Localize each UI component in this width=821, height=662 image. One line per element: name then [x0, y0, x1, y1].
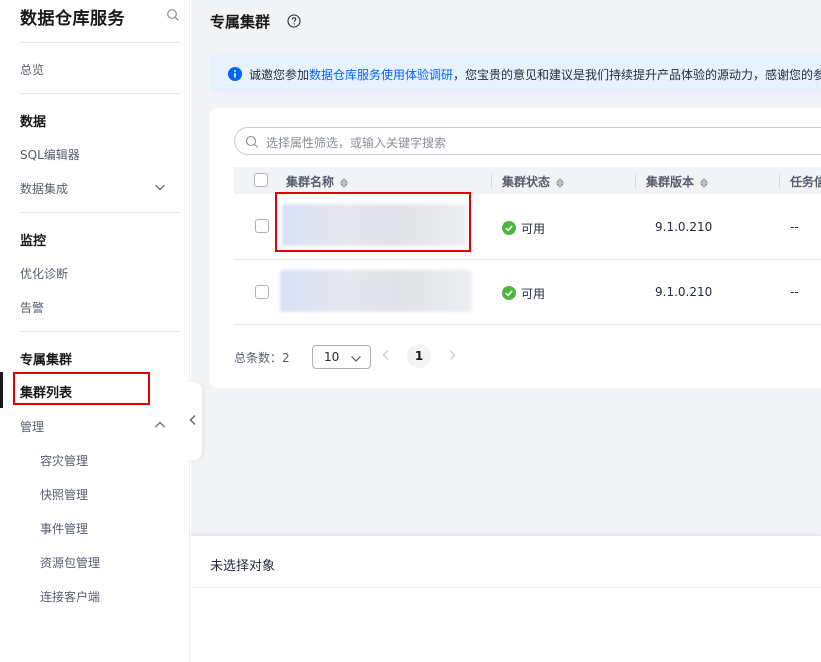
- active-indicator: [0, 372, 3, 408]
- column-header-name[interactable]: 集群名称: [286, 173, 350, 190]
- sort-icon[interactable]: [554, 177, 566, 189]
- current-page[interactable]: 1: [407, 344, 431, 368]
- status-text: 可用: [521, 222, 546, 236]
- row-checkbox[interactable]: [255, 285, 269, 299]
- highlight-box: [13, 372, 150, 405]
- next-page-icon[interactable]: [447, 349, 457, 361]
- divider: [20, 331, 180, 332]
- no-selection-label: 未选择对象: [210, 559, 276, 574]
- sidebar-group-monitor: 监控: [20, 234, 47, 249]
- notice-suffix: ，您宝贵的意见和建议是我们持续提升产品体验的源动力，感谢您的参: [453, 68, 821, 82]
- column-header-task[interactable]: 任务信: [790, 173, 821, 190]
- sidebar-subitem[interactable]: 资源包管理: [40, 554, 100, 571]
- task-text: --: [790, 285, 799, 299]
- task-text: --: [790, 220, 799, 234]
- version-text: 9.1.0.210: [655, 285, 713, 299]
- info-icon: [228, 67, 242, 81]
- chevron-left-icon: [189, 415, 196, 425]
- highlight-box: [275, 192, 471, 252]
- total-count: 总条数：2: [234, 349, 290, 366]
- column-separator: [779, 173, 780, 188]
- sidebar-subitem[interactable]: 快照管理: [40, 486, 88, 503]
- prev-page-icon[interactable]: [381, 349, 391, 361]
- search-input[interactable]: 选择属性筛选，或输入关键字搜索: [234, 127, 821, 155]
- column-separator: [491, 173, 492, 188]
- notice-prefix: 诚邀您参加: [249, 68, 310, 82]
- sidebar-item-data-integration[interactable]: 数据集成: [20, 180, 68, 197]
- sort-icon[interactable]: [698, 177, 710, 189]
- collapse-sidebar-button[interactable]: [184, 382, 202, 460]
- service-title: 数据仓库服务: [20, 9, 125, 29]
- row-divider: [234, 259, 821, 260]
- sidebar-item-optimize[interactable]: 优化诊断: [20, 265, 68, 282]
- cluster-name-redacted[interactable]: [280, 270, 472, 312]
- status-ok-icon: [502, 221, 516, 235]
- row-divider: [234, 324, 821, 325]
- divider: [20, 212, 180, 213]
- sidebar-group-data: 数据: [20, 115, 47, 130]
- status-text: 可用: [521, 287, 546, 301]
- select-all-checkbox[interactable]: [254, 173, 268, 187]
- divider: [20, 93, 180, 94]
- column-label: 集群名称: [286, 175, 335, 189]
- chevron-down-icon: [351, 356, 361, 362]
- row-checkbox[interactable]: [255, 219, 269, 233]
- notice-text: 诚邀您参加数据仓库服务使用体验调研，您宝贵的意见和建议是我们持续提升产品体验的源…: [249, 66, 821, 83]
- sidebar-item-manage[interactable]: 管理: [20, 418, 44, 435]
- sort-icon[interactable]: [338, 177, 350, 189]
- table-header: 集群名称 集群状态 集群版本 任务信: [234, 167, 821, 194]
- search-icon[interactable]: [166, 8, 180, 22]
- column-label: 集群状态: [502, 175, 551, 189]
- total-label: 总条数：: [234, 351, 283, 365]
- chevron-down-icon[interactable]: [154, 181, 166, 193]
- page-size-select[interactable]: 10: [312, 345, 371, 369]
- sidebar-subitem[interactable]: 事件管理: [40, 520, 88, 537]
- column-label: 集群版本: [646, 175, 695, 189]
- divider: [20, 42, 180, 43]
- survey-link[interactable]: 数据仓库服务使用体验调研: [309, 68, 453, 82]
- column-header-version[interactable]: 集群版本: [646, 173, 710, 190]
- sidebar-subitem[interactable]: 容灾管理: [40, 452, 88, 469]
- search-placeholder: 选择属性筛选，或输入关键字搜索: [266, 136, 447, 150]
- divider: [191, 587, 821, 588]
- page-size-value: 10: [324, 350, 340, 364]
- sidebar: 数据仓库服务 总览 数据 SQL编辑器 数据集成 监控 优化诊断 告警 专属集群…: [0, 0, 190, 662]
- main-content: 专属集群 诚邀您参加数据仓库服务使用体验调研，您宝贵的意见和建议是我们持续提升产…: [191, 0, 821, 535]
- sidebar-item-sql-editor[interactable]: SQL编辑器: [20, 146, 80, 163]
- status-ok-icon: [502, 286, 516, 300]
- chevron-up-icon[interactable]: [154, 419, 166, 431]
- column-separator: [635, 173, 636, 188]
- sidebar-item-alarm[interactable]: 告警: [20, 299, 44, 316]
- total-value: 2: [282, 351, 290, 365]
- search-icon: [245, 135, 258, 148]
- detail-panel: 未选择对象: [191, 535, 821, 662]
- sidebar-item-overview[interactable]: 总览: [20, 61, 44, 78]
- column-header-status[interactable]: 集群状态: [502, 173, 566, 190]
- page-title: 专属集群: [210, 13, 271, 31]
- help-icon[interactable]: [287, 14, 301, 28]
- notice-banner: 诚邀您参加数据仓库服务使用体验调研，您宝贵的意见和建议是我们持续提升产品体验的源…: [210, 54, 821, 94]
- sidebar-group-dedicated: 专属集群: [20, 353, 73, 368]
- sidebar-subitem[interactable]: 连接客户端: [40, 588, 100, 605]
- version-text: 9.1.0.210: [655, 220, 713, 234]
